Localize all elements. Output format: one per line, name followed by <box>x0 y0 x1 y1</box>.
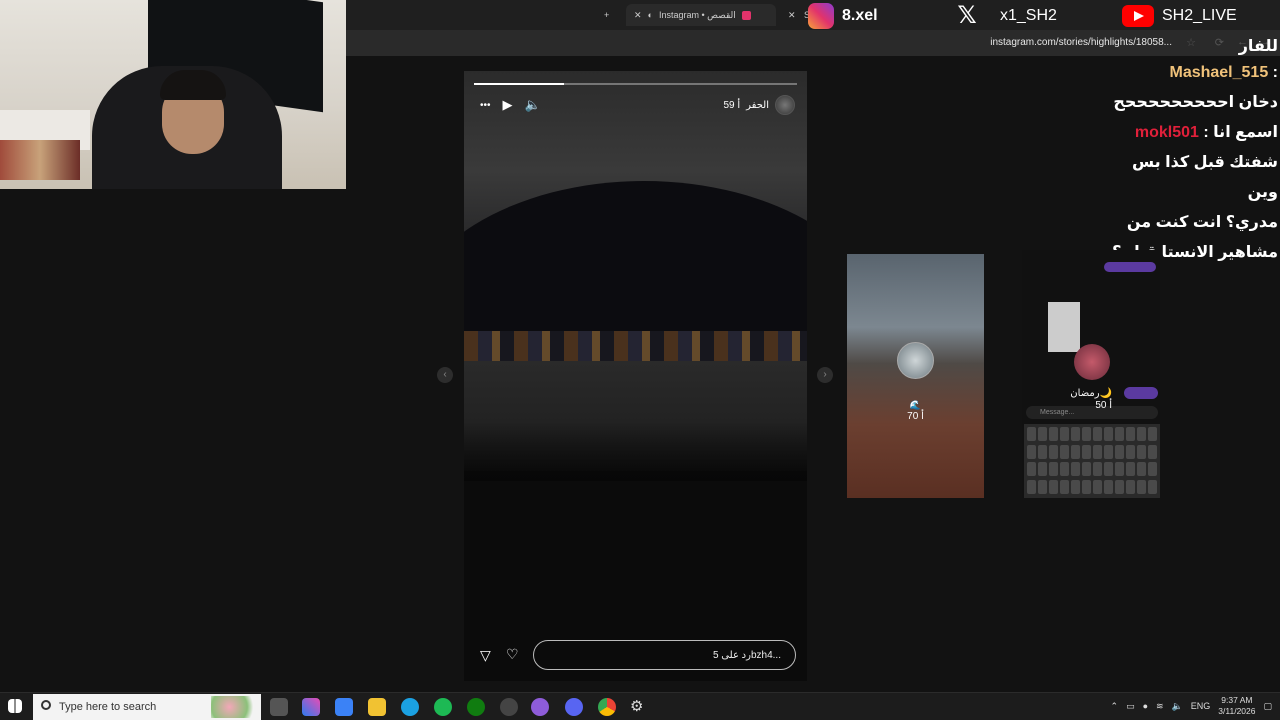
youtube-handle: SH2_LIVE <box>1122 2 1237 30</box>
task-view-icon[interactable] <box>270 698 288 716</box>
tab-label: Instagram • القصص <box>658 9 736 20</box>
audio-icon[interactable]: ◐ <box>648 10 653 20</box>
share-icon[interactable]: ▽ <box>480 647 491 664</box>
chat-bubble <box>1104 262 1156 272</box>
chat-line: للفار <box>1238 38 1278 55</box>
edge-icon[interactable] <box>401 698 419 716</box>
chrome-icon[interactable] <box>598 698 616 716</box>
spotify-icon[interactable] <box>434 698 452 716</box>
youtube-icon <box>1122 5 1154 27</box>
reply-input[interactable]: رد على 5bzh4... <box>533 640 796 670</box>
obs-icon[interactable] <box>500 698 518 716</box>
chat-line: شفتك قبل كذا بس وين <box>1132 154 1278 201</box>
settings-gear-icon[interactable]: ⚙ <box>630 698 648 716</box>
chat-line: دخان احححححححححح <box>1113 94 1278 111</box>
story-header: 59 أ الحفر <box>723 95 795 115</box>
clock[interactable]: 9:37 AM 3/11/2026 <box>1218 695 1255 717</box>
system-tray: ⌃ ▭ ● ≋ 🔈 ENG 9:37 AM 3/11/2026 ▢ <box>1111 695 1272 717</box>
windows-taskbar: Type here to search ⚙ ⌃ ▭ ● ≋ 🔈 ENG 9:37… <box>0 692 1280 720</box>
search-highlight-image <box>211 696 257 718</box>
x-handle: 𝕏 x1_SH2 <box>954 2 1057 30</box>
instagram-handle: 8.xel <box>808 2 878 30</box>
chat-username: mokl501 <box>1134 124 1199 141</box>
language-indicator[interactable]: ENG <box>1191 701 1211 711</box>
volume-icon[interactable]: 🔈 <box>525 97 541 113</box>
close-icon[interactable]: ✕ <box>634 10 642 21</box>
headphones <box>160 70 226 100</box>
rug <box>0 140 80 180</box>
story-age: 59 أ <box>723 99 741 111</box>
story-progress-fill <box>474 83 565 85</box>
chat-line: اسمع انا : mokl501 <box>1134 124 1278 141</box>
windows-start-icon[interactable] <box>8 699 22 713</box>
tab-instagram-stories[interactable]: ✕ ◐ Instagram • القصص <box>626 4 776 26</box>
keyboard-image <box>1024 424 1160 498</box>
new-tab-button[interactable]: + <box>604 4 609 26</box>
more-options-icon[interactable]: ••• <box>480 100 491 111</box>
play-icon[interactable]: ▶ <box>503 97 513 113</box>
story-controls: ••• ▶ 🔈 <box>480 97 541 113</box>
discord-icon[interactable] <box>565 698 583 716</box>
story-progress-bar <box>474 83 797 85</box>
webcam-overlay <box>0 0 346 189</box>
microphone-icon[interactable]: ● <box>1143 701 1148 711</box>
file-explorer-icon[interactable] <box>368 698 386 716</box>
next-story-button[interactable]: › <box>817 367 833 383</box>
chevron-up-icon[interactable]: ⌃ <box>1111 701 1119 712</box>
instagram-icon <box>808 3 834 29</box>
xbox-icon[interactable] <box>467 698 485 716</box>
close-icon[interactable]: ✕ <box>788 4 796 26</box>
search-icon <box>41 700 51 710</box>
story-viewer[interactable]: ••• ▶ 🔈 59 أ الحفر ▽ ♡ رد على 5bzh4... <box>464 71 807 681</box>
wifi-icon[interactable]: ≋ <box>1156 701 1164 712</box>
photo-thumbnail <box>1048 302 1080 352</box>
taskbar-search-input[interactable]: Type here to search <box>33 694 261 720</box>
copilot-icon[interactable] <box>302 698 320 716</box>
chat-line: : Mashael_515 <box>1169 64 1278 81</box>
play-store-icon[interactable] <box>335 698 353 716</box>
battery-icon[interactable]: ▭ <box>1126 701 1135 712</box>
app-icon[interactable] <box>531 698 549 716</box>
heart-icon[interactable]: ♡ <box>506 646 519 663</box>
notification-icon[interactable]: ▢ <box>1263 701 1272 712</box>
story-preview-keyboard[interactable]: Message... <box>1022 250 1160 498</box>
chat-username: Mashael_515 <box>1169 64 1269 81</box>
story-preview-info: 🌊 70 أ <box>907 400 924 422</box>
instagram-icon <box>741 10 751 20</box>
social-overlay: 8.xel 𝕏 x1_SH2 SH2_LIVE <box>808 0 1280 30</box>
chat-bubble <box>1124 387 1158 399</box>
dashboard <box>464 421 807 481</box>
story-username[interactable]: الحفر <box>746 100 769 111</box>
chat-overlay: للفار : Mashael_515 دخان احححححححححح اسم… <box>1108 36 1278 261</box>
avatar <box>1074 344 1110 380</box>
chat-line: مدري؟ انت كنت من <box>1126 214 1278 231</box>
avatar[interactable] <box>775 95 795 115</box>
story-preview-info: رمضان🌙 50 أ <box>1070 388 1112 411</box>
avatar <box>897 342 934 379</box>
x-icon: 𝕏 <box>957 2 977 29</box>
volume-icon[interactable]: 🔈 <box>1172 701 1183 712</box>
story-video[interactable] <box>464 71 807 481</box>
previous-story-button[interactable]: ‹ <box>437 367 453 383</box>
next-story-preview[interactable]: 🌊 70 أ <box>847 254 984 498</box>
